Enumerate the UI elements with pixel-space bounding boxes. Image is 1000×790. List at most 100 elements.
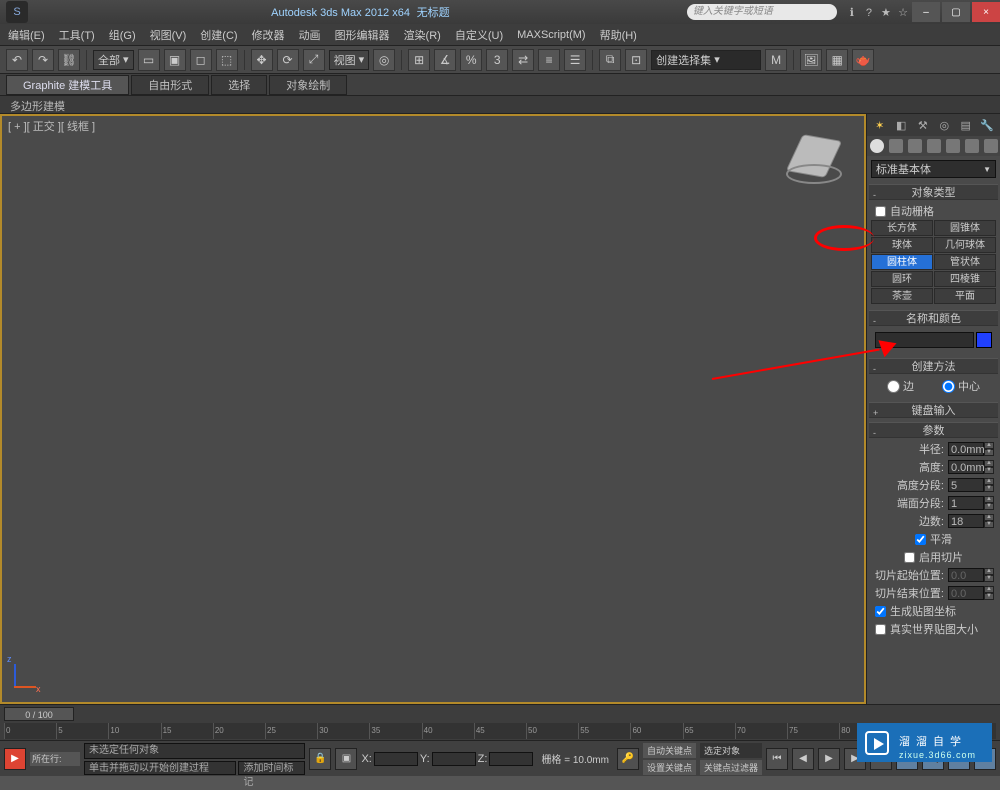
auto-key-button[interactable]: 自动关键点	[643, 743, 696, 758]
play-prev-button[interactable]: ◀	[792, 748, 814, 770]
window-crossing-button[interactable]: ⬚	[216, 49, 238, 71]
y-input[interactable]	[432, 752, 476, 766]
viewport[interactable]: [ + ][ 正交 ][ 线框 ] z x	[0, 114, 866, 704]
help-icon[interactable]: ?	[862, 7, 876, 19]
sel-obj-dropdown[interactable]: 选定对象	[700, 743, 762, 758]
menu-render[interactable]: 渲染(R)	[404, 27, 441, 43]
scale-button[interactable]: ⤢	[303, 49, 325, 71]
menu-edit[interactable]: 编辑(E)	[8, 27, 45, 43]
name-color-rollout-header[interactable]: -名称和颜色	[869, 310, 998, 326]
minimize-button[interactable]: –	[912, 2, 940, 22]
render-frame-button[interactable]: ▦	[826, 49, 848, 71]
viewport-label[interactable]: [ + ][ 正交 ][ 线框 ]	[8, 118, 95, 134]
lights-icon[interactable]	[908, 139, 922, 153]
sides-spinner[interactable]: ▲▼	[984, 514, 994, 528]
creation-method-rollout-header[interactable]: -创建方法	[869, 358, 998, 374]
info-icon[interactable]: ℹ	[845, 6, 859, 19]
close-button[interactable]: ×	[972, 2, 1000, 22]
shapes-icon[interactable]	[889, 139, 903, 153]
display-tab-icon[interactable]: ▤	[958, 117, 974, 133]
angle-snap-toggle[interactable]: ∡	[434, 49, 456, 71]
geometry-icon[interactable]	[870, 139, 884, 153]
primitive-cone[interactable]: 圆锥体	[934, 220, 996, 236]
smooth-checkbox[interactable]	[915, 534, 926, 545]
maximize-button[interactable]: ▢	[942, 2, 970, 22]
helpers-icon[interactable]	[946, 139, 960, 153]
utilities-tab-icon[interactable]: 🔧	[979, 117, 995, 133]
auto-grid-checkbox[interactable]	[875, 206, 886, 217]
snap-toggle[interactable]: ⊞	[408, 49, 430, 71]
spacewarp-icon[interactable]	[965, 139, 979, 153]
menu-graph[interactable]: 图形编辑器	[335, 27, 390, 43]
modify-tab-icon[interactable]: ◧	[893, 117, 909, 133]
schematic-button[interactable]: ⊡	[625, 49, 647, 71]
add-time-tag[interactable]: 添加时间标记	[238, 761, 305, 775]
primitive-sphere[interactable]: 球体	[871, 237, 933, 253]
ribbon-sub[interactable]: 多边形建模	[0, 96, 1000, 114]
named-selection-dropdown[interactable]: 创建选择集 ▾	[651, 50, 761, 70]
help-search-input[interactable]: 键入关键字或短语	[687, 4, 837, 20]
systems-icon[interactable]	[984, 139, 998, 153]
play-button[interactable]: ▶	[818, 748, 840, 770]
tab-selection[interactable]: 选择	[211, 75, 267, 95]
gen-uv-checkbox[interactable]	[875, 606, 886, 617]
ref-coord-dropdown[interactable]: 视图 ▾	[329, 50, 370, 70]
redo-button[interactable]: ↷	[32, 49, 54, 71]
menu-modifiers[interactable]: 修改器	[252, 27, 285, 43]
primitive-box[interactable]: 长方体	[871, 220, 933, 236]
link-button[interactable]: ⛓	[58, 49, 80, 71]
layer-button[interactable]: ☰	[564, 49, 586, 71]
select-button[interactable]: ▭	[138, 49, 160, 71]
primitive-cylinder[interactable]: 圆柱体	[871, 254, 933, 270]
menu-create[interactable]: 创建(C)	[200, 27, 237, 43]
primitive-category-dropdown[interactable]: 标准基本体▼	[871, 160, 996, 178]
cseg-spinner[interactable]: ▲▼	[984, 496, 994, 510]
set-key-button[interactable]: 设置关键点	[643, 760, 696, 775]
script-button[interactable]: ▶	[4, 748, 26, 770]
sides-input[interactable]: 18	[948, 514, 984, 528]
menu-tools[interactable]: 工具(T)	[59, 27, 95, 43]
menu-animation[interactable]: 动画	[299, 27, 321, 43]
menu-view[interactable]: 视图(V)	[150, 27, 187, 43]
key-filter-button[interactable]: 关键点过滤器	[700, 760, 762, 775]
menu-maxscript[interactable]: MAXScript(M)	[517, 29, 585, 41]
tab-paint[interactable]: 对象绘制	[269, 75, 347, 95]
mirror-button[interactable]: ⇄	[512, 49, 534, 71]
hseg-input[interactable]: 5	[948, 478, 984, 492]
primitive-teapot[interactable]: 茶壶	[871, 288, 933, 304]
primitive-plane[interactable]: 平面	[934, 288, 996, 304]
pivot-button[interactable]: ◎	[373, 49, 395, 71]
favorite-icon[interactable]: ☆	[896, 6, 910, 19]
menu-group[interactable]: 组(G)	[109, 27, 136, 43]
radius-input[interactable]: 0.0mm	[948, 442, 984, 456]
keyboard-entry-rollout-header[interactable]: +键盘输入	[869, 402, 998, 418]
curve-editor-button[interactable]: ⧉	[599, 49, 621, 71]
hseg-spinner[interactable]: ▲▼	[984, 478, 994, 492]
cm-center-radio[interactable]: 中心	[942, 378, 980, 394]
primitive-pyramid[interactable]: 四棱锥	[934, 271, 996, 287]
cseg-input[interactable]: 1	[948, 496, 984, 510]
height-input[interactable]: 0.0mm	[948, 460, 984, 474]
create-tab-icon[interactable]: ✶	[872, 117, 888, 133]
snap-3-toggle[interactable]: 3	[486, 49, 508, 71]
primitive-geosphere[interactable]: 几何球体	[934, 237, 996, 253]
cm-edge-radio[interactable]: 边	[887, 378, 914, 394]
rotate-button[interactable]: ⟳	[277, 49, 299, 71]
move-button[interactable]: ✥	[251, 49, 273, 71]
select-name-button[interactable]: ▣	[164, 49, 186, 71]
menu-customize[interactable]: 自定义(U)	[455, 27, 503, 43]
isolate-icon[interactable]: ▣	[335, 748, 357, 770]
star-icon[interactable]: ★	[879, 6, 893, 19]
primitive-torus[interactable]: 圆环	[871, 271, 933, 287]
slice-on-checkbox[interactable]	[904, 552, 915, 563]
viewcube[interactable]	[784, 130, 844, 190]
height-spinner[interactable]: ▲▼	[984, 460, 994, 474]
lock-icon[interactable]: 🔒	[309, 748, 331, 770]
time-ruler[interactable]: 051015202530354045505560657075808590	[4, 723, 996, 739]
selection-filter-dropdown[interactable]: 全部 ▾	[93, 50, 134, 70]
object-type-rollout-header[interactable]: -对象类型	[869, 184, 998, 200]
realworld-checkbox[interactable]	[875, 624, 886, 635]
align-button[interactable]: ≡	[538, 49, 560, 71]
radius-spinner[interactable]: ▲▼	[984, 442, 994, 456]
menu-help[interactable]: 帮助(H)	[600, 27, 637, 43]
